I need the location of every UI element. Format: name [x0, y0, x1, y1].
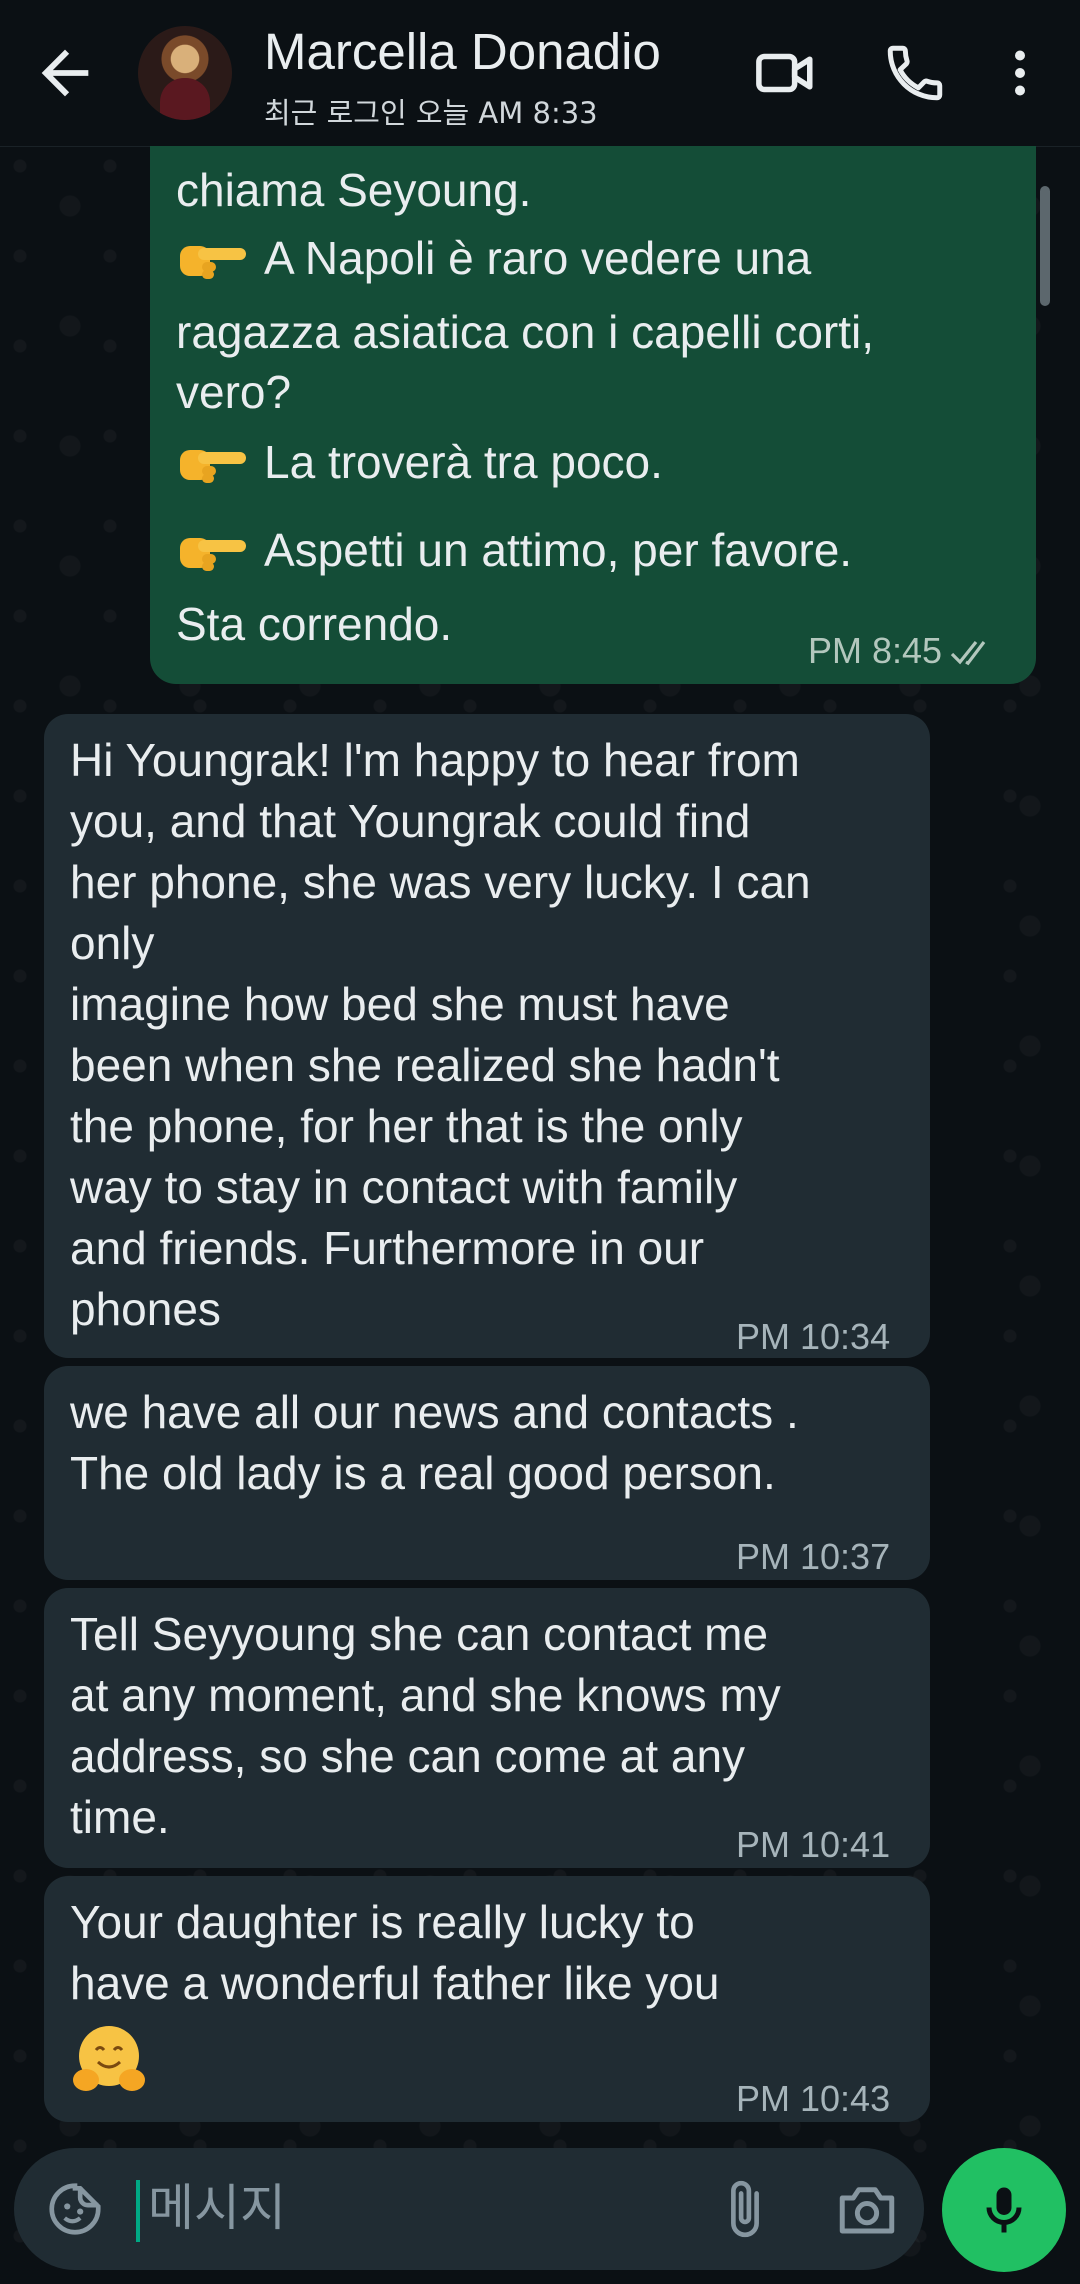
sticker-button[interactable] — [44, 2178, 106, 2240]
message-composer — [14, 2148, 924, 2270]
double-check-read-icon — [950, 641, 986, 666]
camera-button[interactable] — [834, 2178, 900, 2240]
contact-name[interactable]: Marcella Donadio — [264, 22, 661, 81]
message-line: way to stay in contact with family — [70, 1161, 738, 1213]
message-line: Tell Seyyoung she can contact me — [70, 1608, 769, 1660]
attach-button[interactable] — [714, 2178, 776, 2240]
text-cursor — [136, 2180, 140, 2242]
video-call-icon — [756, 53, 813, 93]
message-input[interactable] — [148, 2168, 688, 2248]
more-vert-icon — [1015, 50, 1025, 96]
message-bubble-incoming[interactable]: we have all our news and contacts . The … — [44, 1366, 930, 1580]
back-button[interactable] — [30, 38, 100, 108]
mic-icon — [986, 2187, 1022, 2233]
hugging-face-emoji-icon — [73, 2026, 145, 2091]
message-text: Your daughter is really lucky to have a … — [70, 1892, 720, 2014]
message-line: address, so she can come at any — [70, 1730, 746, 1782]
more-options-button[interactable] — [990, 40, 1050, 106]
message-timestamp: PM 8:45 — [808, 620, 994, 681]
message-line: The old lady is a real good person. — [70, 1447, 776, 1499]
back-arrow-icon — [41, 49, 89, 97]
message-timestamp: PM 10:41 — [736, 1824, 891, 1865]
message-line-with-emoji: La troverà tra poco. — [176, 432, 663, 493]
message-line: only — [70, 917, 155, 969]
pointing-right-emoji-icon — [180, 246, 246, 279]
message-line: time. — [70, 1791, 170, 1843]
pointing-right-emoji-icon — [180, 538, 246, 571]
message-line: the phone, for her that is the only — [70, 1100, 743, 1152]
message-bubble-incoming[interactable]: Your daughter is really lucky to have a … — [44, 1876, 930, 2122]
chat-scrollbar[interactable] — [1040, 186, 1050, 306]
voice-call-button[interactable] — [882, 40, 948, 106]
chat-header: Marcella Donadio 최근 로그인 오늘 AM 8:33 — [0, 0, 1080, 147]
attach-icon — [731, 2180, 759, 2238]
message-line: her phone, she was very lucky. I can — [70, 856, 811, 908]
message-timestamp: PM 10:43 — [736, 2078, 891, 2119]
message-timestamp: PM 10:34 — [736, 1316, 891, 1357]
last-seen-status: 최근 로그인 오늘 AM 8:33 — [264, 96, 598, 130]
message-text: we have all our news and contacts . The … — [70, 1382, 799, 1504]
timestamp-text: PM 8:45 — [808, 630, 943, 671]
message-line: phones — [70, 1283, 221, 1335]
message-line: Your daughter is really lucky to — [70, 1896, 695, 1948]
message-line: at any moment, and she knows my — [70, 1669, 781, 1721]
message-text: Tell Seyyoung she can contact me at any … — [70, 1604, 781, 1848]
message-line: and friends. Furthermore in our — [70, 1222, 705, 1274]
message-line-with-emoji: A Napoli è raro vedere una — [176, 228, 811, 289]
message-bubble-outgoing[interactable]: chiama Seyoung. A Napoli è raro vedere u… — [150, 146, 1036, 684]
message-line: we have all our news and contacts . — [70, 1386, 799, 1438]
phone-icon — [887, 45, 943, 101]
contact-avatar[interactable] — [138, 26, 232, 120]
message-line: A Napoli è raro vedere una — [264, 232, 812, 284]
message-line: have a wonderful father like you — [70, 1957, 720, 2009]
message-line: Sta correndo. — [176, 598, 453, 650]
pointing-right-emoji-icon — [180, 450, 246, 483]
voice-message-button[interactable] — [942, 2148, 1066, 2272]
video-call-button[interactable] — [752, 40, 818, 106]
message-line: chiama Seyoung. — [176, 164, 532, 216]
message-line: you, and that Youngrak could find — [70, 795, 751, 847]
message-bubble-incoming[interactable]: Hi Youngrak! l'm happy to hear from you,… — [44, 714, 930, 1358]
message-line: La troverà tra poco. — [264, 436, 663, 488]
message-line: Hi Youngrak! l'm happy to hear from — [70, 734, 800, 786]
message-line: been when she realized she hadn't — [70, 1039, 780, 1091]
message-timestamp: PM 10:37 — [736, 1536, 891, 1577]
message-line: Aspetti un attimo, per favore. — [264, 524, 853, 576]
camera-icon — [839, 2187, 895, 2234]
message-line: ragazza asiatica con i capelli corti, — [176, 306, 874, 358]
sticker-icon — [49, 2183, 101, 2235]
message-line: imagine how bed she must have — [70, 978, 730, 1030]
message-text: Hi Youngrak! l'm happy to hear from you,… — [70, 730, 811, 1340]
message-line-with-emoji: Aspetti un attimo, per favore. — [176, 520, 852, 581]
message-bubble-incoming[interactable]: Tell Seyyoung she can contact me at any … — [44, 1588, 930, 1868]
message-line: vero? — [176, 366, 292, 418]
